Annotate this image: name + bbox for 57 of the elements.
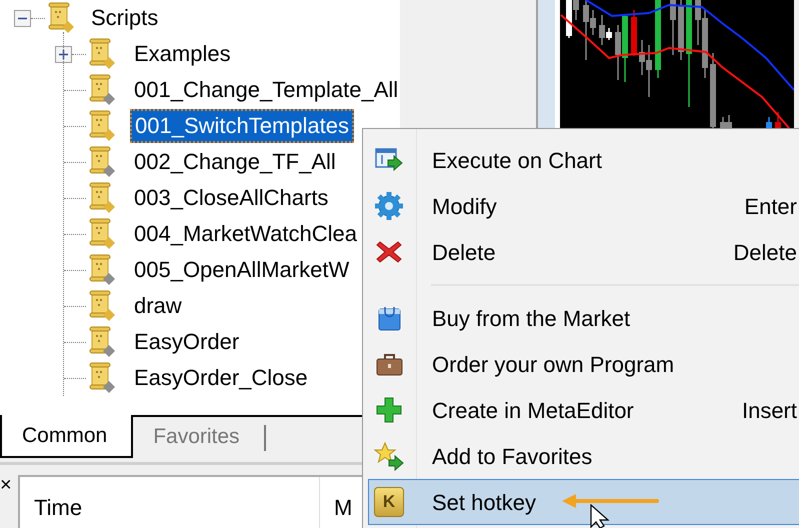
tree-item[interactable]: 001_Change_Template_All — [130, 74, 400, 106]
shortcut-label: Enter — [744, 192, 797, 220]
close-button[interactable]: × — [0, 465, 18, 528]
settings-icon — [374, 191, 404, 221]
shortcut-label: Delete — [733, 238, 797, 266]
hotkey-icon: K — [374, 487, 404, 517]
candle — [631, 10, 637, 56]
menu-item[interactable]: Add to Favorites — [368, 433, 799, 479]
tree-item[interactable]: 005_OpenAllMarketW — [130, 254, 354, 286]
menu-item[interactable]: Order your own Program — [368, 341, 799, 387]
menu-item[interactable]: Delete Delete — [368, 229, 799, 275]
candle — [670, 0, 676, 55]
expand-icon[interactable] — [55, 46, 72, 62]
menu-item-label: Create in MetaEditor — [432, 396, 634, 424]
script-icon — [88, 290, 116, 322]
tree-item[interactable]: EasyOrder_Close — [130, 362, 312, 394]
shortcut-label: Insert — [742, 396, 797, 424]
script-icon — [88, 326, 116, 358]
menu-item[interactable]: Buy from the Market — [368, 295, 799, 341]
tree-item[interactable]: draw — [130, 290, 186, 322]
tree-item[interactable]: 002_Change_TF_All — [130, 146, 340, 178]
menu-item-label: Execute on Chart — [432, 146, 602, 174]
tree-item[interactable]: 001_SwitchTemplates — [130, 109, 354, 143]
menu-item-label: Order your own Program — [432, 350, 674, 379]
tree-item[interactable]: 003_CloseAllCharts — [130, 182, 332, 214]
tree-item[interactable]: EasyOrder — [130, 326, 244, 358]
script-icon — [88, 362, 116, 394]
candle — [678, 0, 684, 60]
script-icon — [88, 182, 116, 214]
script-icon — [47, 2, 75, 34]
menu-item-label: Add to Favorites — [432, 442, 592, 470]
script-icon — [88, 74, 116, 106]
tab[interactable]: Common — [0, 415, 134, 458]
menu-item[interactable]: Modify Enter — [368, 183, 799, 229]
script-icon — [88, 254, 116, 286]
star-icon — [374, 441, 404, 471]
tab[interactable]: Favorites — [133, 415, 264, 458]
tree-item[interactable]: 004_MarketWatchClea — [130, 218, 361, 250]
menu-item-label: Buy from the Market — [432, 304, 630, 333]
script-icon — [88, 146, 116, 178]
script-icon — [88, 38, 116, 70]
candle — [766, 117, 772, 128]
menu-item-label: Set hotkey — [432, 488, 536, 517]
column-header[interactable]: M — [320, 477, 366, 528]
tree-item[interactable]: Examples — [130, 38, 235, 70]
plus-icon — [374, 395, 404, 425]
menu-item[interactable]: K Set hotkey — [368, 479, 799, 525]
script-icon — [88, 110, 116, 142]
script-icon — [88, 218, 116, 250]
menu-item-label: Delete — [432, 238, 496, 266]
candle — [775, 112, 781, 128]
menu-item[interactable]: Execute on Chart — [368, 137, 799, 183]
tree-item[interactable]: Scripts — [87, 2, 162, 34]
menu-item-label: Modify — [432, 192, 497, 221]
collapse-icon[interactable] — [14, 10, 31, 26]
menu-item[interactable]: Create in MetaEditor Insert — [368, 387, 799, 433]
column-header[interactable]: Time — [20, 477, 320, 528]
